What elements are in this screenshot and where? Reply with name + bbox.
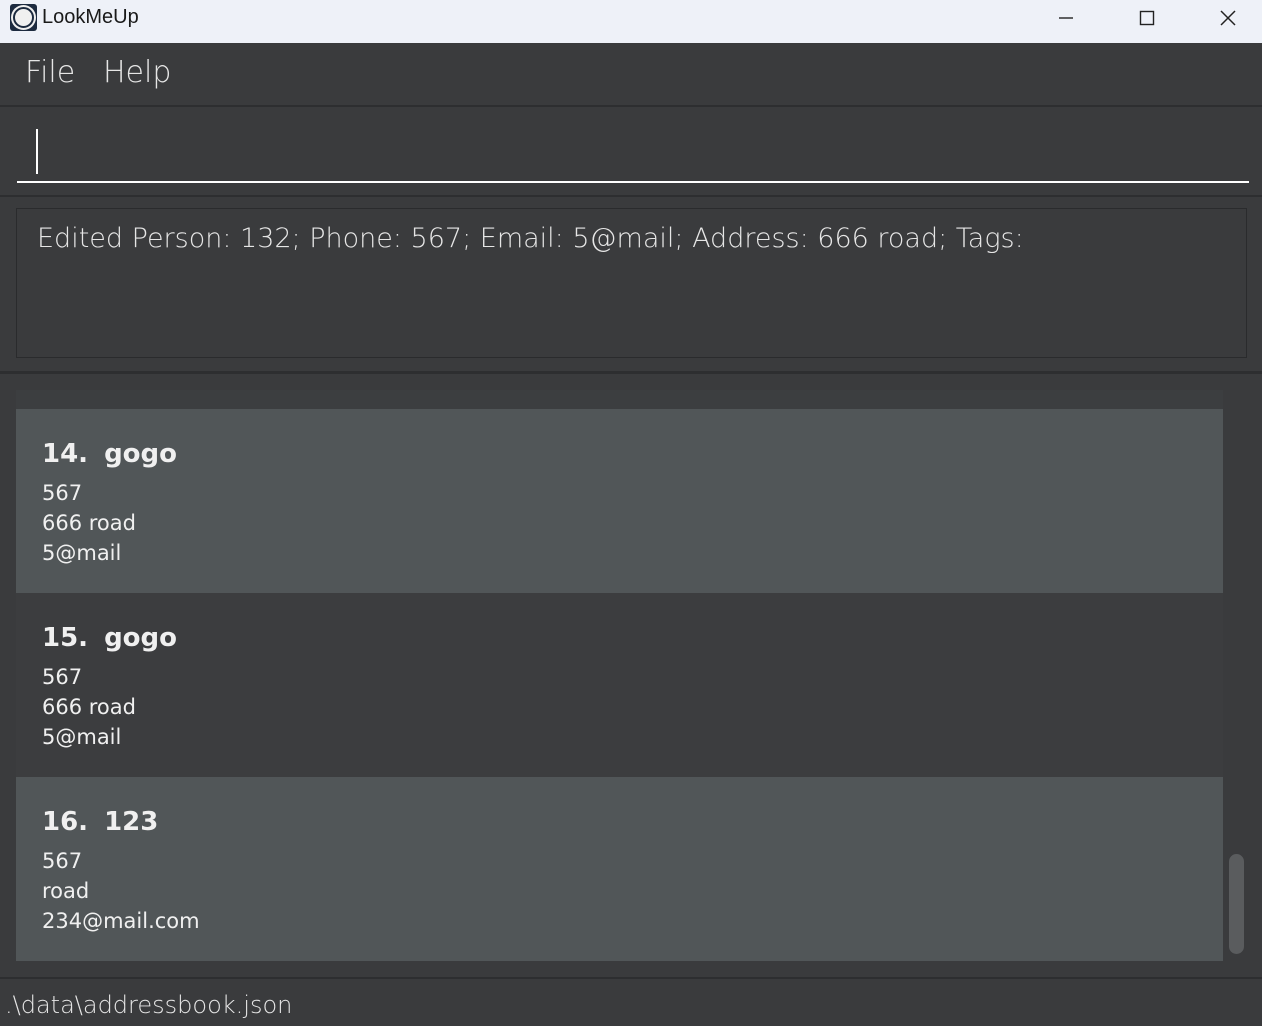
save-file-path: .\data\addressbook.json <box>5 991 293 1019</box>
command-box <box>0 107 1262 197</box>
person-email: 5@mail <box>42 725 122 749</box>
result-display: Edited Person: 132; Phone: 567; Email: 5… <box>0 197 1262 374</box>
maximize-button[interactable] <box>1117 0 1177 36</box>
text-caret <box>36 129 38 174</box>
minimize-icon <box>1059 17 1073 19</box>
list-scrollbar[interactable] <box>1226 390 1248 961</box>
window-title: LookMeUp <box>42 6 139 28</box>
status-bar: .\data\addressbook.json <box>0 977 1262 1026</box>
person-phone: 567 <box>42 849 83 873</box>
person-list[interactable]: 14. gogo 567 666 road 5@mail 15. gogo 567 … <box>16 390 1223 961</box>
person-name: 123 <box>104 807 159 837</box>
person-address: road <box>42 879 90 903</box>
person-card-header: 14. gogo <box>42 439 177 469</box>
list-item-partial <box>16 390 1223 409</box>
person-email: 234@mail.com <box>42 909 200 933</box>
person-card[interactable]: 15. gogo 567 666 road 5@mail <box>16 593 1223 777</box>
person-card-header: 16. 123 <box>42 807 158 837</box>
person-email: 5@mail <box>42 541 122 565</box>
person-index: 15. <box>42 623 89 653</box>
person-card-header: 15. gogo <box>42 623 177 653</box>
person-card[interactable]: 16. 123 567 road 234@mail.com <box>16 777 1223 961</box>
person-index: 16. <box>42 807 89 837</box>
person-phone: 567 <box>42 481 83 505</box>
close-button[interactable] <box>1198 0 1258 36</box>
person-index: 14. <box>42 439 89 469</box>
person-card[interactable]: 14. gogo 567 666 road 5@mail <box>16 409 1223 593</box>
app-window: LookMeUp File Help Edited Person: 132; P… <box>0 0 1262 1026</box>
person-name: gogo <box>104 623 178 653</box>
title-bar[interactable]: LookMeUp <box>0 0 1262 43</box>
scrollbar-thumb[interactable] <box>1229 854 1244 954</box>
menu-help[interactable]: Help <box>103 55 171 90</box>
menu-file[interactable]: File <box>25 55 75 90</box>
maximize-icon <box>1139 10 1155 26</box>
minimize-button[interactable] <box>1036 0 1096 36</box>
person-address: 666 road <box>42 695 136 719</box>
result-message: Edited Person: 132; Phone: 567; Email: 5… <box>37 223 1024 254</box>
person-address: 666 road <box>42 511 136 535</box>
app-logo-icon <box>10 4 37 31</box>
menu-bar: File Help <box>0 43 1262 107</box>
close-icon <box>1220 10 1236 26</box>
command-input[interactable] <box>17 117 1249 183</box>
person-name: gogo <box>104 439 178 469</box>
person-phone: 567 <box>42 665 83 689</box>
result-box: Edited Person: 132; Phone: 567; Email: 5… <box>16 208 1247 358</box>
person-list-panel: 14. gogo 567 666 road 5@mail 15. gogo 567 … <box>0 374 1262 977</box>
